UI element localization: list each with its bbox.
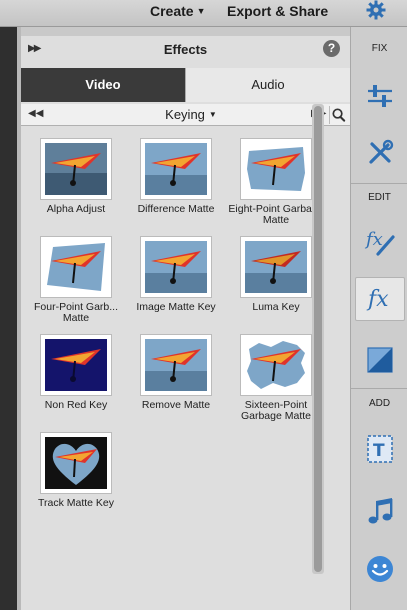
edit-section-label: EDIT [368, 192, 391, 203]
effect-label: Four-Point Garb... Matte [33, 301, 119, 324]
four-point-garbage-matte-thumb [40, 236, 112, 298]
effect-label: Eight-Point Garbage Matte [228, 203, 324, 226]
add-section-label: ADD [368, 398, 391, 409]
effects-grid: Alpha Adjust Difference Matte Eight-Poin… [21, 128, 331, 610]
caret-down-icon: ▼ [208, 110, 217, 119]
sixteen-point-garbage-matte-thumb [240, 334, 312, 396]
remove-matte-thumb [140, 334, 212, 396]
effect-track-matte-key[interactable]: Track Matte Key [26, 432, 126, 509]
category-label: Keying [165, 107, 205, 122]
create-menu[interactable]: Create ▼ [150, 3, 206, 19]
effect-label: Difference Matte [137, 203, 215, 215]
help-icon[interactable]: ? [323, 40, 340, 57]
previous-category-icon[interactable]: ◀◀ [28, 108, 43, 119]
scrollbar-thumb[interactable] [314, 106, 322, 572]
toolbar-divider [351, 183, 407, 184]
eight-point-garbage-matte-thumb [240, 138, 312, 200]
effects-panel: ▶▶ Effects ? Video Audio ◀◀ Keying▼ ▶▶ A… [21, 36, 350, 610]
non-red-key-thumb [40, 334, 112, 396]
effect-alpha-adjust[interactable]: Alpha Adjust [26, 138, 126, 215]
titles-text-button[interactable]: T [355, 427, 405, 471]
alpha-adjust-thumb [40, 138, 112, 200]
effect-remove-matte[interactable]: Remove Matte [126, 334, 226, 411]
graphics-button[interactable] [355, 547, 405, 591]
category-bar: ◀◀ Keying▼ ▶▶ [21, 104, 350, 126]
right-toolbar: FIX EDIT fx fx ADD T [350, 27, 407, 610]
effect-four-point-garbage-matte[interactable]: Four-Point Garb... Matte [26, 236, 126, 324]
effect-label: Alpha Adjust [46, 203, 106, 215]
effect-image-matte-key[interactable]: Image Matte Key [126, 236, 226, 313]
effect-difference-matte[interactable]: Difference Matte [126, 138, 226, 215]
effect-non-red-key[interactable]: Non Red Key [26, 334, 126, 411]
fx-icon: fx [366, 287, 389, 312]
difference-matte-thumb [140, 138, 212, 200]
smiley-icon [367, 556, 393, 582]
transitions-button[interactable] [355, 338, 405, 382]
left-dock-strip [0, 27, 17, 610]
track-matte-key-thumb [40, 432, 112, 494]
music-note-icon [368, 498, 393, 524]
effect-label: Track Matte Key [37, 497, 115, 509]
image-matte-key-thumb [140, 236, 212, 298]
text-icon: T [367, 435, 393, 463]
effect-label: Remove Matte [141, 399, 211, 411]
fx-pencil-icon: fx [364, 229, 395, 256]
create-label: Create [150, 3, 194, 19]
transition-icon [367, 347, 393, 373]
music-button[interactable] [355, 489, 405, 533]
svg-text:T: T [373, 441, 385, 461]
fix-section-label: FIX [371, 43, 388, 54]
effects-button[interactable]: fx [355, 277, 405, 321]
effect-label: Non Red Key [44, 399, 108, 411]
top-bar: Create ▼ Export & Share [0, 0, 407, 27]
effect-label: Image Matte Key [136, 301, 216, 313]
search-icon[interactable] [329, 106, 347, 124]
gear-icon[interactable] [366, 0, 386, 20]
panel-header: ▶▶ Effects ? [21, 36, 350, 66]
effect-luma-key[interactable]: Luma Key [226, 236, 326, 313]
tab-audio[interactable]: Audio [185, 68, 350, 102]
sliders-icon [368, 85, 392, 107]
caret-down-icon: ▼ [196, 6, 206, 16]
export-share-button[interactable]: Export & Share [227, 3, 328, 19]
effect-eight-point-garbage-matte[interactable]: Eight-Point Garbage Matte [226, 138, 326, 226]
panel-title: Effects [163, 42, 208, 57]
svg-text:fx: fx [364, 229, 383, 250]
svg-text:fx: fx [366, 287, 389, 312]
tab-video[interactable]: Video [21, 68, 185, 102]
effect-label: Sixteen-Point Garbage Matte [240, 399, 312, 422]
media-type-tabs: Video Audio [21, 68, 350, 102]
adjustments-button[interactable] [355, 74, 405, 118]
effect-sixteen-point-garbage-matte[interactable]: Sixteen-Point Garbage Matte [226, 334, 326, 422]
applied-effects-button[interactable]: fx [355, 219, 405, 263]
tools-button[interactable] [355, 131, 405, 175]
category-dropdown[interactable]: Keying ▼ [61, 107, 321, 122]
toolbar-divider [351, 388, 407, 389]
luma-key-thumb [240, 236, 312, 298]
wrench-screwdriver-icon [369, 139, 394, 164]
effect-label: Luma Key [252, 301, 300, 313]
